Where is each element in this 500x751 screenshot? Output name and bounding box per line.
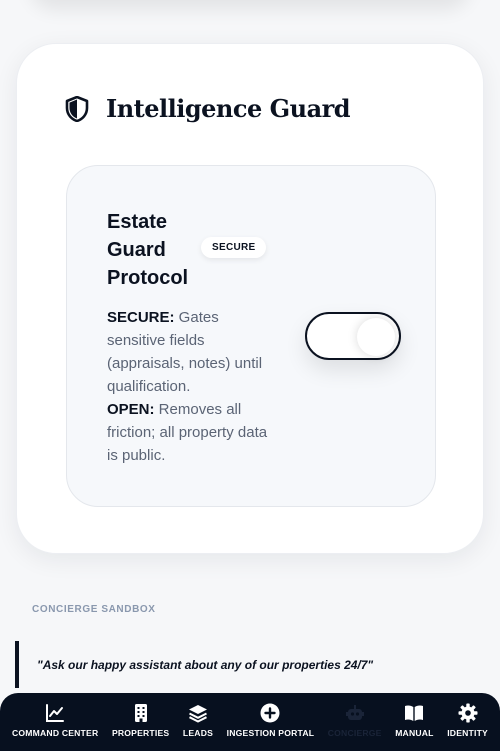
nav-command-center[interactable]: COMMAND CENTER <box>12 703 98 738</box>
nav-identity[interactable]: IDENTITY <box>447 703 488 738</box>
nav-label: INGESTION PORTAL <box>226 728 315 738</box>
nav-label: PROPERTIES <box>111 728 170 738</box>
nav-manual[interactable]: MANUAL <box>395 703 433 738</box>
nav-label: CONCIERGE <box>327 728 382 738</box>
card-header: Intelligence Guard <box>65 94 351 123</box>
robot-icon <box>345 705 364 720</box>
book-icon <box>405 705 424 721</box>
nav-label: COMMAND CENTER <box>12 728 99 738</box>
nav-leads[interactable]: LEADS <box>183 703 213 738</box>
card-title: Intelligence Guard <box>106 94 351 123</box>
guard-toggle[interactable] <box>305 312 401 360</box>
toggle-knob[interactable] <box>357 318 395 356</box>
status-badge: SECURE <box>201 237 267 258</box>
sandbox-quote: "Ask our happy assistant about any of ou… <box>37 658 374 672</box>
nav-ingestion-portal[interactable]: INGESTION PORTAL <box>227 703 315 738</box>
nav-concierge[interactable]: CONCIERGE <box>328 703 382 738</box>
protocol-description: SECURE: Gates sensitive fields (appraisa… <box>107 306 272 467</box>
plus-circle-icon <box>260 703 280 723</box>
gear-icon <box>458 703 478 723</box>
bottom-nav: COMMAND CENTER PROPERTIES LEADS INGESTIO… <box>0 693 500 751</box>
quote-accent-bar <box>15 641 19 688</box>
nav-label: IDENTITY <box>447 728 488 738</box>
nav-label: LEADS <box>182 728 214 738</box>
sandbox-section-label: CONCIERGE SANDBOX <box>32 604 156 615</box>
intelligence-guard-card: Intelligence Guard Estate Guard Protocol… <box>16 43 484 554</box>
estate-guard-panel: Estate Guard Protocol SECURE SECURE: Gat… <box>66 165 436 507</box>
layers-icon <box>188 705 207 723</box>
building-icon <box>134 704 147 722</box>
secure-label: SECURE: <box>107 309 175 326</box>
shield-icon <box>65 95 89 122</box>
chart-line-icon <box>46 704 65 722</box>
nav-label: MANUAL <box>395 728 434 738</box>
open-label: OPEN: <box>107 401 155 418</box>
nav-properties[interactable]: PROPERTIES <box>112 703 169 738</box>
